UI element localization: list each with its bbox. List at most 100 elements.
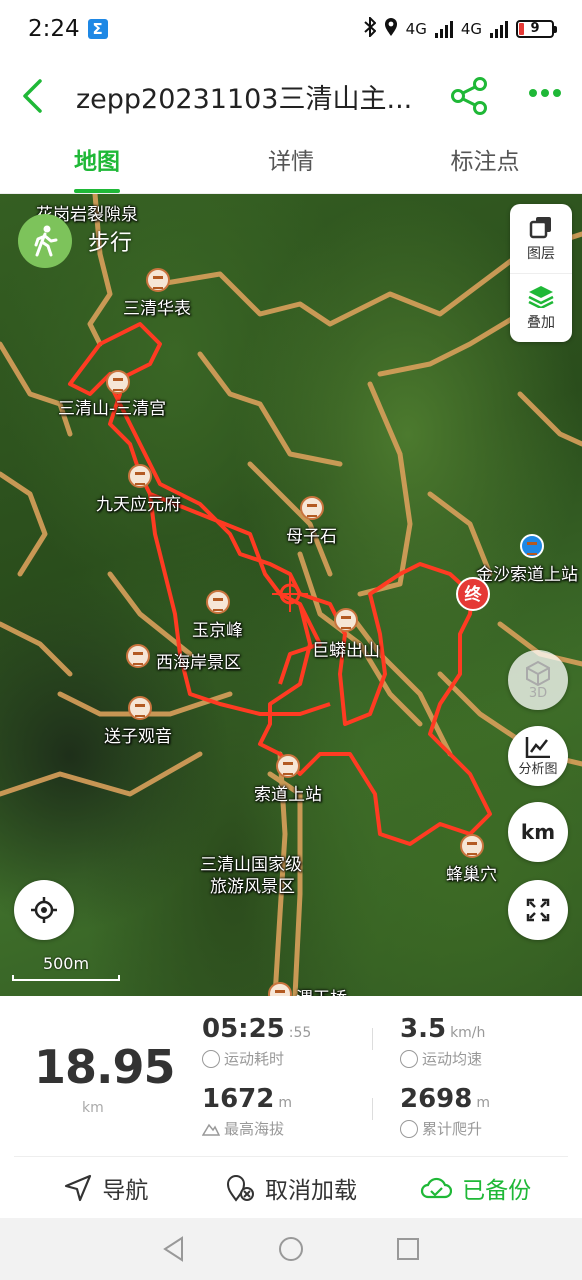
- poi-label[interactable]: 三清华表: [123, 294, 191, 319]
- tab-markers[interactable]: 标注点: [388, 134, 582, 193]
- net-label-1: 4G: [405, 20, 427, 38]
- scenic-spot-icon[interactable]: [300, 496, 324, 520]
- overlay-button[interactable]: 叠加: [510, 273, 572, 342]
- chevron-left-icon: [23, 79, 42, 113]
- scenic-spot-icon[interactable]: [128, 696, 152, 720]
- tab-details[interactable]: 详情: [194, 134, 388, 193]
- duration-value: 05:25: [202, 1014, 285, 1044]
- end-marker[interactable]: 终: [456, 577, 490, 611]
- poi-label[interactable]: 旅游风景区: [210, 872, 295, 897]
- poi-label[interactable]: 巨蟒出山: [312, 636, 380, 661]
- scenic-spot-icon[interactable]: [128, 464, 152, 488]
- location-icon: [384, 17, 398, 41]
- title-bar: zepp20231103三清山主...: [0, 58, 582, 134]
- system-nav-bar: [0, 1218, 582, 1280]
- max-altitude-unit: m: [278, 1095, 293, 1111]
- scenic-spot-icon[interactable]: [106, 370, 130, 394]
- overlay-label: 叠加: [527, 315, 555, 331]
- sport-mode[interactable]: 步行: [18, 214, 132, 268]
- navigation-arrow-icon: [65, 1174, 92, 1201]
- more-dots-icon: [529, 89, 561, 97]
- distance-unit: km: [82, 1100, 104, 1116]
- overlay-stack-icon: [528, 286, 554, 308]
- cube-icon: [526, 660, 550, 686]
- analysis-chart-button[interactable]: 分析图: [508, 726, 568, 786]
- share-icon: [451, 77, 487, 115]
- poi-label[interactable]: 西海岸景区: [156, 648, 241, 673]
- backup-status-button[interactable]: 已备份: [383, 1171, 568, 1205]
- speed-icon: [400, 1049, 418, 1068]
- poi-label[interactable]: 渭玉桥: [296, 984, 347, 996]
- poi-label[interactable]: 母子石: [286, 522, 337, 547]
- cloud-check-icon: [421, 1177, 453, 1198]
- mountain-icon: [201, 1120, 221, 1138]
- navigate-label: 导航: [102, 1177, 149, 1204]
- scenic-spot-icon[interactable]: [206, 590, 230, 614]
- poi-label[interactable]: 蜂巢穴: [446, 860, 497, 885]
- stats-panel: 18.95 km 05:25:55 运动耗时 3.5 km/h 运动均速 1672…: [0, 996, 582, 1156]
- sport-mode-label: 步行: [88, 231, 133, 256]
- duration-stat: 05:25:55 运动耗时: [202, 1014, 311, 1069]
- total-climb-label: 累计爬升: [422, 1120, 483, 1138]
- unit-toggle-button[interactable]: km: [508, 802, 568, 862]
- scenic-spot-icon[interactable]: [460, 834, 484, 858]
- scenic-spot-icon[interactable]: [146, 268, 170, 292]
- duration-seconds: :55: [288, 1025, 312, 1041]
- avg-speed-unit: km/h: [450, 1025, 486, 1041]
- more-button[interactable]: [528, 84, 562, 103]
- chart-icon: [525, 736, 550, 758]
- walking-icon: [18, 214, 72, 268]
- 3d-button[interactable]: 3D: [508, 650, 568, 710]
- map-scale: 500m: [12, 954, 120, 981]
- poi-label[interactable]: 九天应元府: [96, 490, 181, 515]
- scenic-spot-icon[interactable]: [126, 644, 150, 668]
- total-climb-unit: m: [476, 1095, 491, 1111]
- status-time: 2:24: [28, 16, 80, 42]
- poi-label[interactable]: 玉京峰: [192, 616, 243, 641]
- scale-label: 500m: [42, 954, 90, 973]
- total-climb-stat: 2698 m 累计爬升: [400, 1084, 490, 1139]
- back-button[interactable]: [20, 76, 56, 116]
- poi-label[interactable]: 索道上站: [254, 780, 322, 805]
- navigate-button[interactable]: 导航: [14, 1171, 199, 1205]
- layers-icon: [529, 216, 551, 238]
- backup-status-label: 已备份: [462, 1177, 532, 1204]
- avg-speed-label: 运动均速: [422, 1050, 483, 1068]
- status-bar: 2:24 Σ 4G 4G 9: [0, 0, 582, 58]
- layers-button[interactable]: 图层: [510, 204, 572, 273]
- bottom-actions: 导航 取消加载 已备份: [14, 1156, 568, 1218]
- layers-label: 图层: [527, 245, 555, 262]
- distance-value: 18.95: [34, 1040, 176, 1094]
- locate-icon: [31, 897, 57, 923]
- cable-car-icon[interactable]: [276, 754, 300, 778]
- climb-icon: [400, 1119, 418, 1138]
- nav-recents-icon[interactable]: [396, 1237, 420, 1261]
- max-altitude-value: 1672: [202, 1084, 275, 1114]
- cancel-pin-icon: [226, 1174, 254, 1202]
- poi-label[interactable]: 金沙索道上站: [476, 560, 578, 585]
- status-icons: 4G 4G 9: [363, 15, 557, 41]
- net-label-2: 4G: [460, 20, 482, 38]
- timer-icon: [202, 1049, 220, 1068]
- nav-back-icon[interactable]: [162, 1236, 186, 1262]
- app-notification-icon: Σ: [87, 19, 108, 39]
- duration-label: 运动耗时: [224, 1050, 285, 1068]
- cable-car-icon[interactable]: [520, 534, 544, 558]
- divider: [372, 1098, 373, 1120]
- cancel-load-button[interactable]: 取消加载: [199, 1171, 384, 1205]
- max-altitude-label: 最高海拔: [224, 1120, 285, 1138]
- share-button[interactable]: [450, 76, 490, 120]
- total-climb-value: 2698: [400, 1084, 473, 1114]
- locate-button[interactable]: [14, 880, 74, 940]
- cancel-load-label: 取消加载: [265, 1177, 357, 1204]
- analysis-chart-label: 分析图: [518, 761, 558, 777]
- nav-home-icon[interactable]: [278, 1236, 304, 1262]
- scale-bar: [12, 975, 120, 981]
- max-altitude-stat: 1672 m 最高海拔: [201, 1084, 293, 1139]
- poi-label[interactable]: 送子观音: [104, 722, 172, 747]
- scenic-spot-icon[interactable]: [334, 608, 358, 632]
- tab-map[interactable]: 地图: [0, 134, 194, 193]
- map-view[interactable]: 花岗岩裂隙泉 三清华表 三清山-三清宫 九天应元府 母子石 金沙索道上站 玉京峰…: [0, 194, 582, 996]
- fullscreen-button[interactable]: [508, 880, 568, 940]
- poi-label[interactable]: 三清山-三清宫: [58, 394, 166, 419]
